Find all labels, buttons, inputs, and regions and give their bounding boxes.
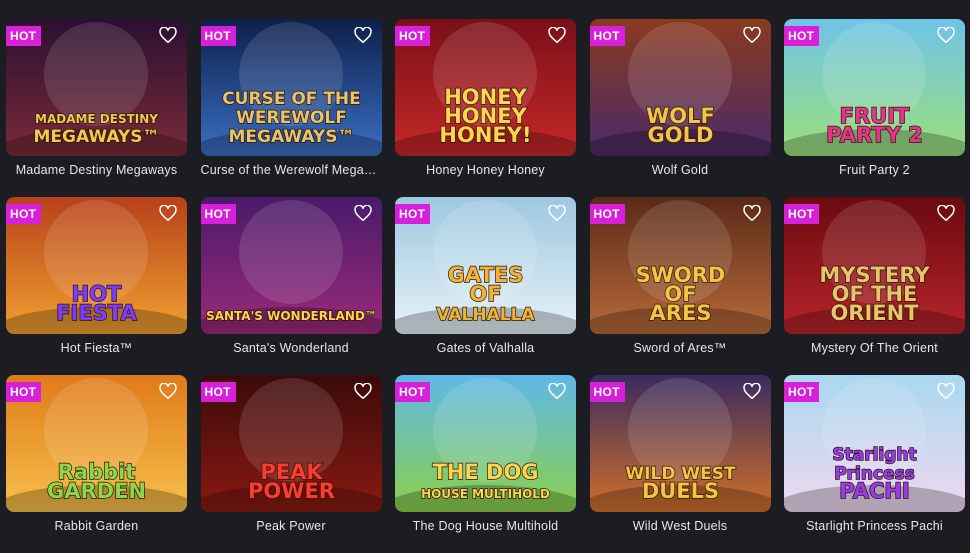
game-thumbnail[interactable]: Starlight Princess PACHI HOT — [784, 375, 965, 512]
hot-badge: HOT — [784, 204, 820, 224]
game-logo-text: CURSE OF THE — [222, 89, 361, 109]
game-title[interactable]: Starlight Princess Pachi — [784, 519, 965, 533]
heart-outline-icon[interactable] — [937, 27, 955, 44]
game-card-madame-destiny-megaways[interactable]: MADAME DESTINY MEGAWAYS™ HOT Madame Desti… — [6, 19, 187, 197]
game-card-sword-of-ares[interactable]: SWORD OF ARES HOT Sword of Ares™ — [589, 197, 771, 375]
game-logo-text: GOLD — [647, 123, 713, 147]
game-thumbnail[interactable]: WILD WEST DUELS HOT — [589, 375, 771, 512]
game-card-starlight-princess-pachi[interactable]: Starlight Princess PACHI HOT Starlight Pri… — [784, 375, 965, 553]
heart-outline-icon[interactable] — [937, 205, 955, 222]
game-title[interactable]: Wolf Gold — [590, 163, 771, 177]
game-logo-text: PACHI — [839, 479, 910, 503]
heart-outline-icon[interactable] — [159, 383, 177, 400]
game-logo-text: MEGAWAYS™ — [34, 127, 160, 147]
game-thumbnail[interactable]: THE DOG HOUSE MULTIHOLD HOT — [395, 375, 576, 512]
hot-badge: HOT — [784, 382, 820, 402]
game-logo-text: DUELS — [641, 479, 718, 503]
hot-badge: HOT — [395, 382, 431, 402]
game-card-rabbit-garden[interactable]: Rabbit GARDEN HOT Rabbit Garden — [6, 375, 187, 553]
hot-badge: HOT — [589, 382, 625, 402]
game-logo-text: THE DOG — [432, 460, 538, 484]
game-logo-text: HONEY! — [439, 123, 531, 147]
game-title[interactable]: The Dog House Multihold — [395, 519, 576, 533]
heart-outline-icon[interactable] — [353, 27, 372, 44]
game-logo-text: POWER — [248, 479, 335, 503]
heart-outline-icon[interactable] — [742, 383, 761, 400]
game-card-curse-of-the-werewolf-megaways[interactable]: CURSE OF THE WEREWOLF MEGAWAYS™ HOT Curse … — [200, 19, 382, 197]
hot-badge: HOT — [6, 204, 42, 224]
heart-outline-icon[interactable] — [548, 383, 566, 400]
game-title[interactable]: Santa's Wonderland — [201, 341, 382, 355]
game-title[interactable]: Mystery Of The Orient — [784, 341, 965, 355]
game-logo-text: MEGAWAYS™ — [228, 127, 354, 147]
hot-badge: HOT — [200, 204, 236, 224]
game-card-wild-west-duels[interactable]: WILD WEST DUELS HOT Wild West Duels — [589, 375, 771, 553]
game-title[interactable]: Honey Honey Honey — [395, 163, 576, 177]
game-card-wolf-gold[interactable]: WOLF GOLD HOT Wolf Gold — [589, 19, 771, 197]
hot-badge: HOT — [589, 204, 625, 224]
game-thumbnail[interactable]: PEAK POWER HOT — [200, 375, 382, 512]
game-grid: MADAME DESTINY MEGAWAYS™ HOT Madame Desti… — [6, 19, 965, 553]
game-card-mystery-of-the-orient[interactable]: MYSTERY OF THE ORIENT HOT Mystery Of The O… — [784, 197, 965, 375]
game-title[interactable]: Peak Power — [201, 519, 382, 533]
game-card-the-dog-house-multihold[interactable]: THE DOG HOUSE MULTIHOLD HOT The Dog House… — [395, 375, 576, 553]
game-thumbnail[interactable]: Rabbit GARDEN HOT — [6, 375, 187, 512]
heart-outline-icon[interactable] — [353, 383, 372, 400]
game-logo-text: SANTA'S WONDERLAND™ — [206, 309, 377, 323]
hot-badge: HOT — [395, 204, 431, 224]
heart-outline-icon[interactable] — [742, 205, 761, 222]
game-thumbnail[interactable]: HONEY HONEY HONEY! HOT — [395, 19, 576, 156]
game-logo-text: ARES — [649, 301, 711, 325]
game-title[interactable]: Fruit Party 2 — [784, 163, 965, 177]
game-card-hot-fiesta[interactable]: HOT FIESTA HOT Hot Fiesta™ — [6, 197, 187, 375]
hot-badge: HOT — [6, 382, 42, 402]
game-card-fruit-party-2[interactable]: FRUIT PARTY 2 HOT Fruit Party 2 — [784, 19, 965, 197]
game-thumbnail[interactable]: FRUIT PARTY 2 HOT — [784, 19, 965, 156]
game-thumbnail[interactable]: SWORD OF ARES HOT — [589, 197, 771, 334]
heart-outline-icon[interactable] — [353, 205, 372, 222]
hot-badge: HOT — [200, 382, 236, 402]
game-logo-text: MADAME DESTINY — [35, 112, 158, 126]
game-logo-text: OF — [469, 282, 501, 306]
hot-badge: HOT — [6, 26, 42, 46]
game-thumbnail[interactable]: GATES OF VALHALLA HOT — [395, 197, 576, 334]
heart-outline-icon[interactable] — [742, 27, 761, 44]
heart-outline-icon[interactable] — [548, 205, 566, 222]
game-thumbnail[interactable]: MYSTERY OF THE ORIENT HOT — [784, 197, 965, 334]
game-thumbnail[interactable]: WOLF GOLD HOT — [589, 19, 771, 156]
game-thumbnail[interactable]: HOT FIESTA HOT — [6, 197, 187, 334]
game-title[interactable]: Wild West Duels — [590, 519, 771, 533]
game-logo-text: FIESTA — [56, 301, 137, 325]
heart-outline-icon[interactable] — [159, 27, 177, 44]
game-thumbnail[interactable]: SANTA'S WONDERLAND™ HOT — [200, 197, 382, 334]
hot-badge: HOT — [395, 26, 431, 46]
game-card-honey-honey-honey[interactable]: HONEY HONEY HONEY! HOT Honey Honey Honey — [395, 19, 576, 197]
game-logo-text: ORIENT — [830, 301, 919, 325]
heart-outline-icon[interactable] — [548, 27, 566, 44]
game-logo-text: WEREWOLF — [236, 108, 347, 128]
game-thumbnail[interactable]: MADAME DESTINY MEGAWAYS™ HOT — [6, 19, 187, 156]
game-logo-text: GARDEN — [47, 479, 146, 503]
game-logo-text: PARTY 2 — [826, 123, 922, 147]
game-title[interactable]: Hot Fiesta™ — [6, 341, 187, 355]
game-title[interactable]: Rabbit Garden — [6, 519, 187, 533]
game-thumbnail[interactable]: CURSE OF THE WEREWOLF MEGAWAYS™ HOT — [200, 19, 382, 156]
game-title[interactable]: Madame Destiny Megaways — [6, 163, 187, 177]
game-logo-text: VALHALLA — [436, 305, 535, 325]
heart-outline-icon[interactable] — [937, 383, 955, 400]
game-card-gates-of-valhalla[interactable]: GATES OF VALHALLA HOT Gates of Valhalla — [395, 197, 576, 375]
heart-outline-icon[interactable] — [159, 205, 177, 222]
game-logo-text: HOUSE MULTIHOLD — [421, 487, 550, 501]
game-title[interactable]: Sword of Ares™ — [590, 341, 771, 355]
game-card-peak-power[interactable]: PEAK POWER HOT Peak Power — [200, 375, 382, 553]
hot-badge: HOT — [784, 26, 820, 46]
game-title[interactable]: Curse of the Werewolf Megaways — [201, 163, 382, 177]
game-logo-text: Starlight — [832, 445, 916, 465]
game-title[interactable]: Gates of Valhalla — [395, 341, 576, 355]
hot-badge: HOT — [200, 26, 236, 46]
hot-badge: HOT — [589, 26, 625, 46]
game-card-santa-s-wonderland[interactable]: SANTA'S WONDERLAND™ HOT Santa's Wonderla… — [200, 197, 382, 375]
